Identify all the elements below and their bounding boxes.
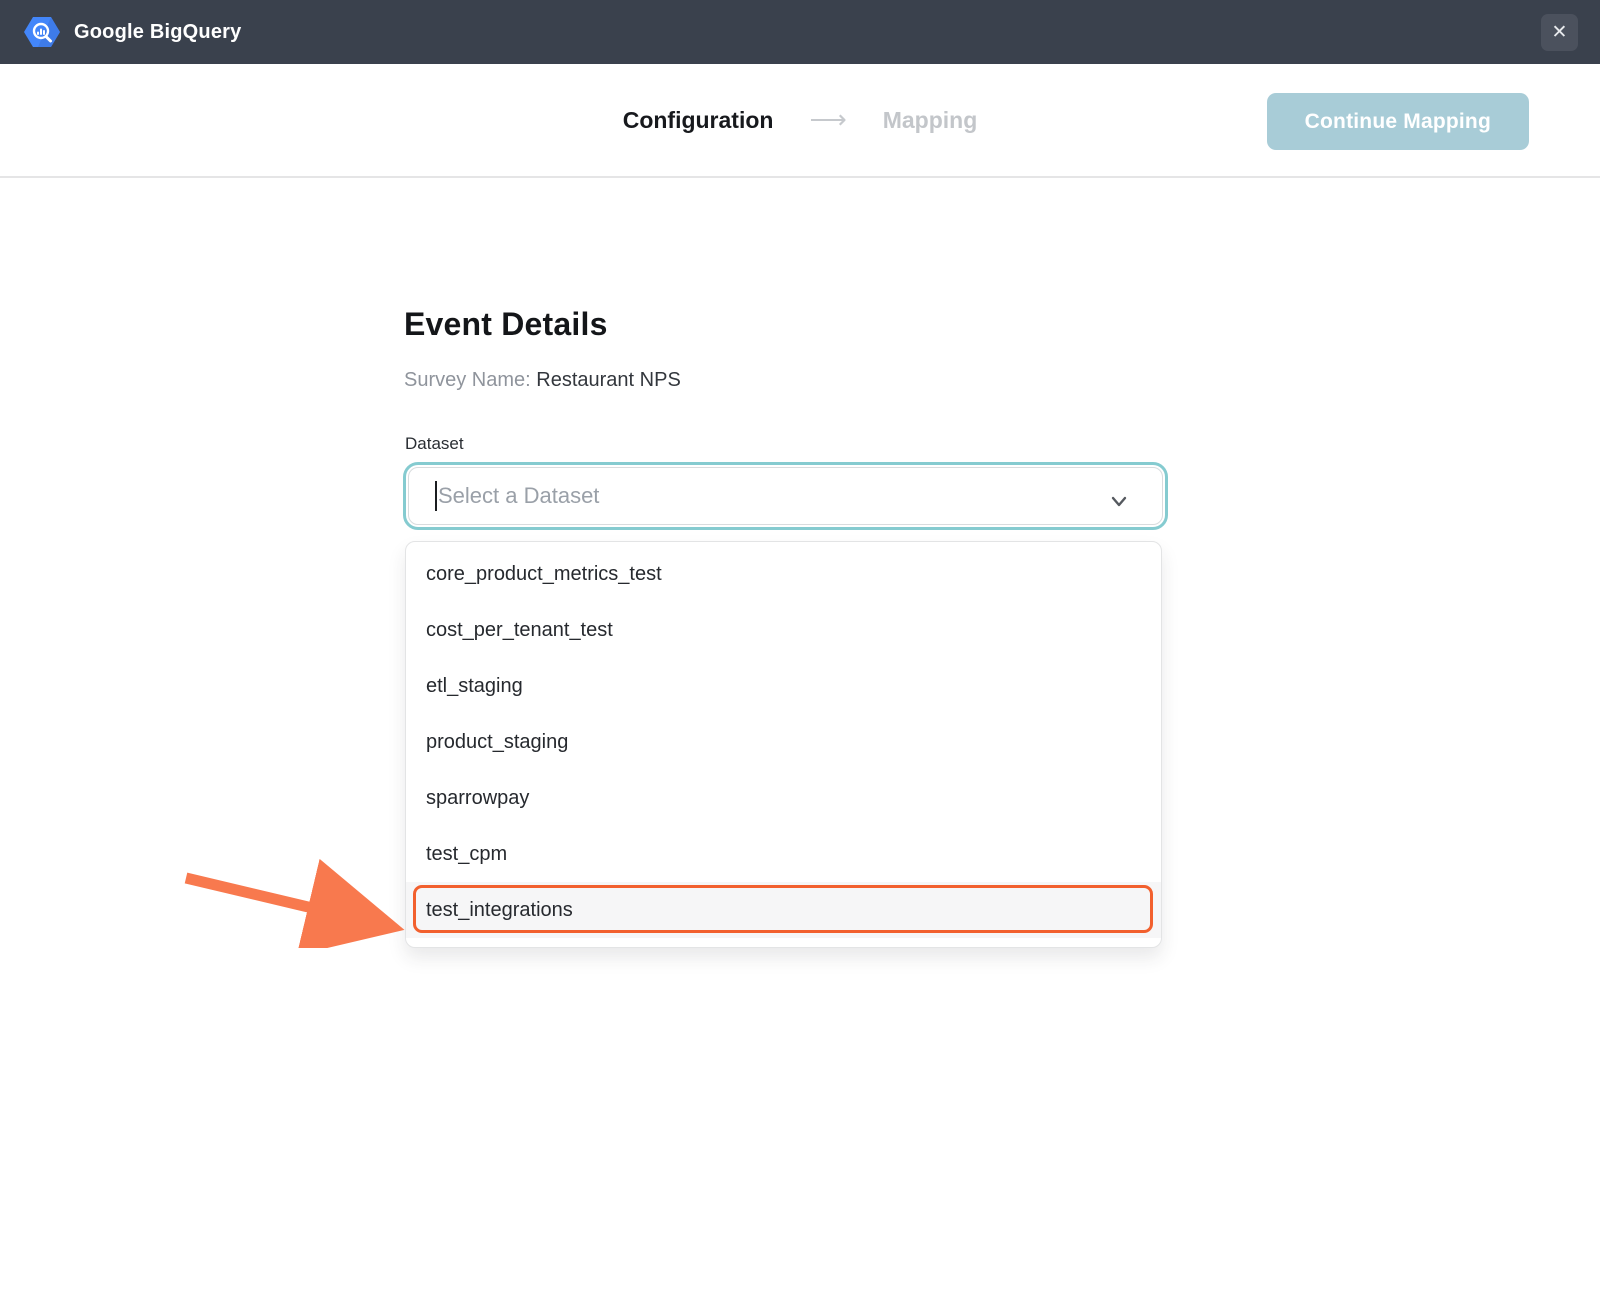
annotation-arrow-icon bbox=[172, 848, 412, 953]
bigquery-logo-icon bbox=[24, 16, 60, 48]
survey-name-line: Survey Name: Restaurant NPS bbox=[404, 369, 681, 392]
page-title: Event Details bbox=[404, 306, 608, 343]
titlebar: Google BigQuery ✕ bbox=[0, 0, 1600, 64]
close-button[interactable]: ✕ bbox=[1541, 14, 1578, 51]
dropdown-option[interactable]: product_staging bbox=[406, 714, 1161, 770]
text-cursor bbox=[435, 481, 437, 511]
dataset-select[interactable]: Select a Dataset bbox=[403, 462, 1168, 530]
dropdown-option[interactable]: core_product_metrics_test bbox=[406, 546, 1161, 602]
survey-name-value: Restaurant NPS bbox=[536, 369, 681, 391]
dataset-field-label: Dataset bbox=[405, 434, 464, 454]
dropdown-option[interactable]: sparrowpay bbox=[406, 770, 1161, 826]
dropdown-option[interactable]: cost_per_tenant_test bbox=[406, 602, 1161, 658]
dropdown-option[interactable]: test_cpm bbox=[406, 826, 1161, 882]
app-title: Google BigQuery bbox=[74, 21, 241, 44]
chevron-down-icon[interactable] bbox=[1106, 488, 1132, 519]
step-mapping[interactable]: Mapping bbox=[883, 107, 978, 134]
dataset-dropdown-menu: core_product_metrics_test cost_per_tenan… bbox=[405, 541, 1162, 948]
dropdown-option-label: test_integrations bbox=[426, 899, 573, 922]
step-arrow-icon: ⟶ bbox=[809, 104, 846, 135]
dropdown-option-highlighted[interactable]: test_integrations bbox=[406, 882, 1161, 938]
close-icon: ✕ bbox=[1552, 23, 1568, 42]
dataset-select-inner[interactable]: Select a Dataset bbox=[408, 467, 1163, 525]
stepper-header: Configuration ⟶ Mapping Continue Mapping bbox=[0, 64, 1600, 178]
survey-name-label: Survey Name: bbox=[404, 369, 531, 391]
continue-mapping-button[interactable]: Continue Mapping bbox=[1267, 93, 1529, 150]
step-configuration[interactable]: Configuration bbox=[623, 107, 774, 134]
dataset-select-placeholder: Select a Dataset bbox=[438, 483, 599, 509]
dropdown-option[interactable]: etl_staging bbox=[406, 658, 1161, 714]
